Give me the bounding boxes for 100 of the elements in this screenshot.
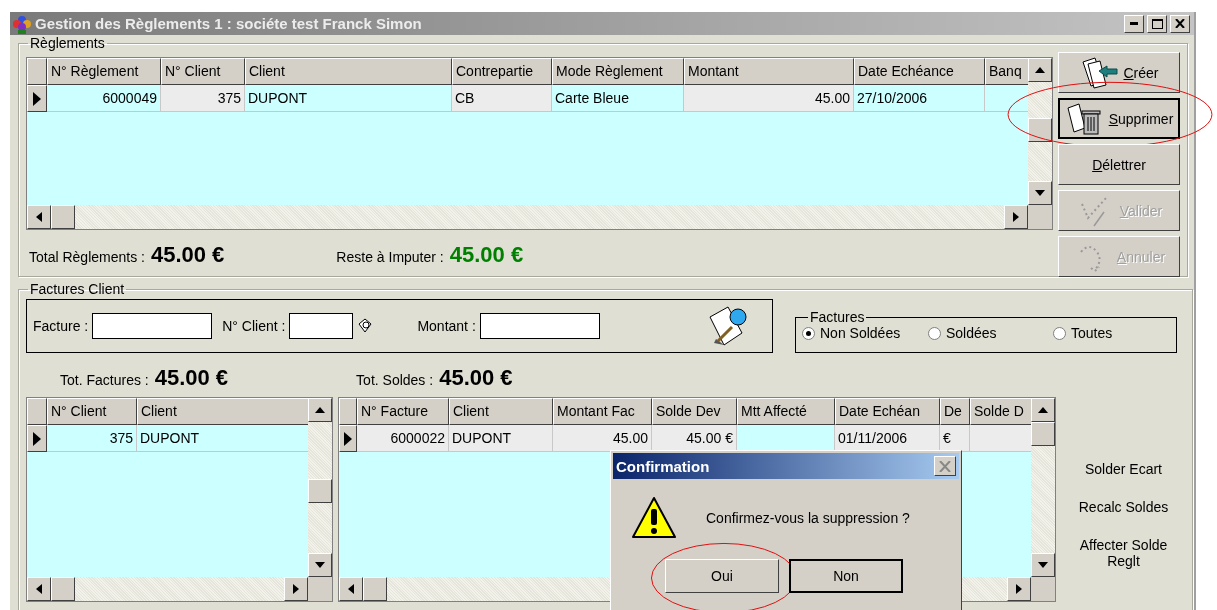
arrow-right-icon [293, 584, 299, 594]
dialog-message: Confirmez-vous la suppression ? [706, 510, 910, 526]
arrow-right-icon [1016, 584, 1022, 594]
table-cell: 27/10/2006 [854, 85, 985, 112]
arrow-down-icon [1035, 190, 1045, 196]
scroll-up-button[interactable] [308, 398, 332, 422]
table-cell [970, 425, 1031, 452]
scroll-up-button[interactable] [1031, 398, 1055, 422]
column-header[interactable]: Client [245, 58, 452, 85]
scroll-right-button[interactable] [1004, 205, 1028, 229]
column-header[interactable]: Client [449, 398, 553, 425]
close-icon [1175, 19, 1185, 28]
scroll-down-button[interactable] [1031, 553, 1055, 577]
scroll-up-button[interactable] [1028, 58, 1052, 82]
table-cell: DUPONT [137, 425, 308, 452]
column-header[interactable]: Montant [684, 58, 854, 85]
dialog-title: Confirmation [616, 457, 711, 475]
scrollbar-thumb[interactable] [1031, 422, 1055, 446]
total-value: 45.00 € [154, 365, 229, 391]
arrow-up-icon [315, 407, 325, 413]
table-cell: 375 [161, 85, 245, 112]
table-cell: Carte Bleue [552, 85, 684, 112]
table-cell: 6000022 [357, 425, 449, 452]
field-label: Montant : [417, 318, 476, 334]
minimize-icon [1130, 22, 1138, 25]
scroll-down-button[interactable] [1028, 181, 1052, 205]
remaining-value: 45.00 € [449, 242, 524, 268]
column-header[interactable]: Montant Fac [553, 398, 652, 425]
close-button[interactable] [934, 456, 956, 476]
action-button[interactable]: Supprimer [1058, 98, 1180, 139]
total-value: 45.00 € [439, 365, 513, 391]
field-label: Facture : [33, 318, 89, 334]
minimize-button[interactable] [1124, 14, 1144, 33]
scrollbar-thumb[interactable] [51, 577, 75, 601]
flower-icon [12, 13, 32, 34]
total-value: 45.00 € [150, 242, 225, 268]
arrow-down-icon [315, 562, 325, 568]
column-header[interactable]: N° Client [161, 58, 245, 85]
scroll-left-button[interactable] [27, 577, 51, 601]
action-button[interactable]: Solder Ecart [1068, 461, 1179, 477]
scrollbar-thumb[interactable] [1028, 118, 1052, 142]
column-header[interactable]: Mtt Affecté [737, 398, 835, 425]
documents-arrow-icon [1079, 55, 1120, 90]
arrow-up-icon [1035, 67, 1045, 73]
scrollbar-thumb[interactable] [308, 479, 332, 503]
column-header[interactable]: De [940, 398, 970, 425]
row-header[interactable] [27, 425, 47, 452]
table-cell: 45.00 [684, 85, 854, 112]
text-field[interactable] [92, 313, 213, 339]
table-cell: 375 [47, 425, 137, 452]
lookup-icon[interactable] [357, 318, 374, 334]
arrow-up-icon [1038, 407, 1048, 413]
action-button[interactable]: Recalc Soldes [1068, 499, 1179, 515]
total-label: Total Règlements : [29, 249, 145, 265]
table-cell: DUPONT [245, 85, 452, 112]
arrow-down-icon [1038, 562, 1048, 568]
column-header[interactable]: Date Echéance [854, 58, 985, 85]
column-header[interactable]: N° Client [47, 398, 137, 425]
text-field[interactable] [289, 313, 354, 339]
row-header[interactable] [339, 425, 357, 452]
column-header[interactable]: Banq [985, 58, 1028, 85]
table-cell: CB [452, 85, 552, 112]
scroll-down-button[interactable] [308, 553, 332, 577]
radio-option[interactable]: Soldées [928, 325, 1053, 341]
scrollbar-thumb[interactable] [363, 577, 387, 601]
text-field[interactable] [479, 313, 600, 339]
scroll-right-button[interactable] [1007, 577, 1031, 601]
action-button[interactable]: Affecter Solde Reglt [1068, 537, 1179, 569]
radio-option[interactable]: Non Soldées [802, 325, 928, 341]
column-header[interactable]: Date Echéan [835, 398, 940, 425]
action-button[interactable]: Créer [1058, 52, 1180, 93]
radio-option[interactable]: Toutes [1053, 325, 1113, 341]
column-header[interactable]: Solde D [970, 398, 1031, 425]
action-button[interactable]: Délettrer [1058, 144, 1180, 185]
field-label: N° Client : [222, 318, 286, 334]
warning-icon [630, 495, 678, 541]
close-button[interactable] [1170, 14, 1190, 33]
column-header[interactable]: Mode Règlement [552, 58, 684, 85]
column-header[interactable]: Contrepartie [452, 58, 552, 85]
close-icon [939, 460, 951, 472]
column-header[interactable]: Client [137, 398, 308, 425]
scroll-left-button[interactable] [27, 205, 51, 229]
table-cell: 6000049 [47, 85, 161, 112]
maximize-button[interactable] [1147, 14, 1167, 33]
scroll-left-button[interactable] [339, 577, 363, 601]
row-header[interactable] [27, 85, 47, 112]
table-cell: DUPONT [449, 425, 553, 452]
scrollbar-thumb[interactable] [51, 205, 75, 229]
group-title: Règlements [29, 35, 106, 51]
table-cell: 01/11/2006 [835, 425, 940, 452]
dialog-button[interactable]: Non [789, 559, 903, 593]
arrow-right-icon [1013, 212, 1019, 222]
dialog-button[interactable]: Oui [665, 559, 779, 593]
column-header[interactable]: N° Facture [357, 398, 449, 425]
column-header[interactable]: N° Règlement [47, 58, 161, 85]
table-cell [985, 85, 1028, 112]
scroll-right-button[interactable] [284, 577, 308, 601]
column-header[interactable]: Solde Dev [652, 398, 737, 425]
total-label: Tot. Factures : [60, 372, 149, 388]
arrow-left-icon [36, 212, 42, 222]
